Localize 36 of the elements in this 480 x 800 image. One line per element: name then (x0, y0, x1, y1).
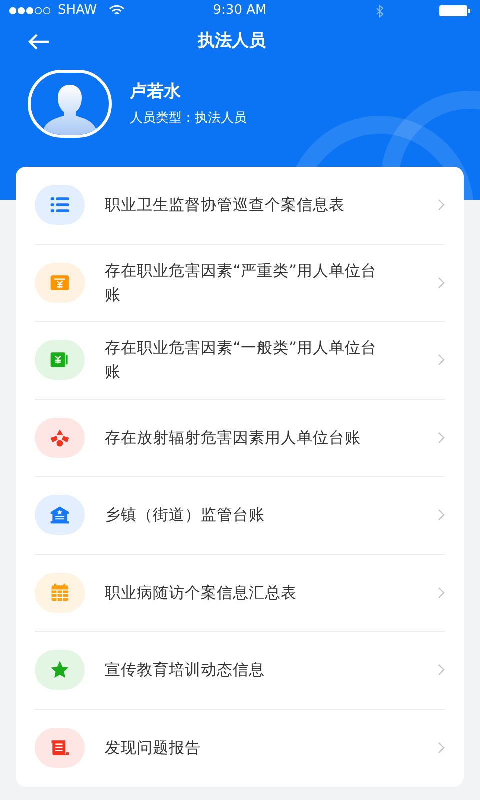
chevron-right-icon (438, 664, 445, 676)
menu-item-label: 乡镇（街道）监管台账 (105, 505, 266, 526)
menu-item-label: 存在职业危害因素“一般类”用人单位台账 (105, 338, 378, 384)
chevron-right-icon (438, 276, 445, 289)
back-arrow-icon (28, 33, 50, 51)
battery-icon (439, 5, 471, 17)
menu-item[interactable]: 职业病随访个案信息汇总表 (35, 554, 445, 632)
person-name: 卢若水 (130, 80, 182, 104)
status-time: 9:30 AM (213, 2, 267, 20)
menu-item-label: 宣传教育培训动态信息 (105, 660, 266, 682)
menu-item-label: 职业病随访个案信息汇总表 (105, 582, 298, 604)
chevron-right-icon (438, 199, 445, 212)
carrier-name: SHAW (58, 2, 98, 20)
menu-item[interactable]: 存在职业危害因素“一般类”用人单位台账 (35, 322, 445, 400)
menu-item-label: 存在职业危害因素“严重类”用人单位台账 (105, 260, 378, 306)
menu-item-label: 存在放射辐射危害因素用人单位台账 (105, 428, 362, 449)
chevron-right-icon (438, 509, 445, 522)
signal-icon (9, 7, 52, 15)
chevron-right-icon (438, 432, 445, 444)
chevron-right-icon (438, 742, 445, 754)
calendar-icon (49, 582, 71, 604)
menu-item-label: 职业卫生监督协管巡查个案信息表 (105, 195, 346, 216)
menu-item[interactable]: 存在放射辐射危害因素用人单位台账 (35, 400, 445, 477)
page-title: 执法人员 (198, 30, 266, 54)
chevron-right-icon (438, 586, 445, 599)
bluetooth-icon (376, 4, 384, 18)
building-icon (49, 504, 71, 526)
menu-item[interactable]: 存在职业危害因素“严重类”用人单位台账 (35, 244, 445, 322)
chevron-right-icon (438, 354, 445, 366)
person-type: 人员类型：执法人员 (130, 110, 247, 128)
menu-item-label: 发现问题报告 (105, 738, 202, 760)
menu-item[interactable]: 发现问题报告 (35, 710, 445, 787)
menu-item[interactable]: 职业卫生监督协管巡查个案信息表 (35, 167, 445, 244)
menu-item[interactable]: 宣传教育培训动态信息 (35, 632, 445, 710)
menu-item[interactable]: 乡镇（街道）监管台账 (35, 477, 445, 554)
wifi-icon (109, 5, 126, 17)
